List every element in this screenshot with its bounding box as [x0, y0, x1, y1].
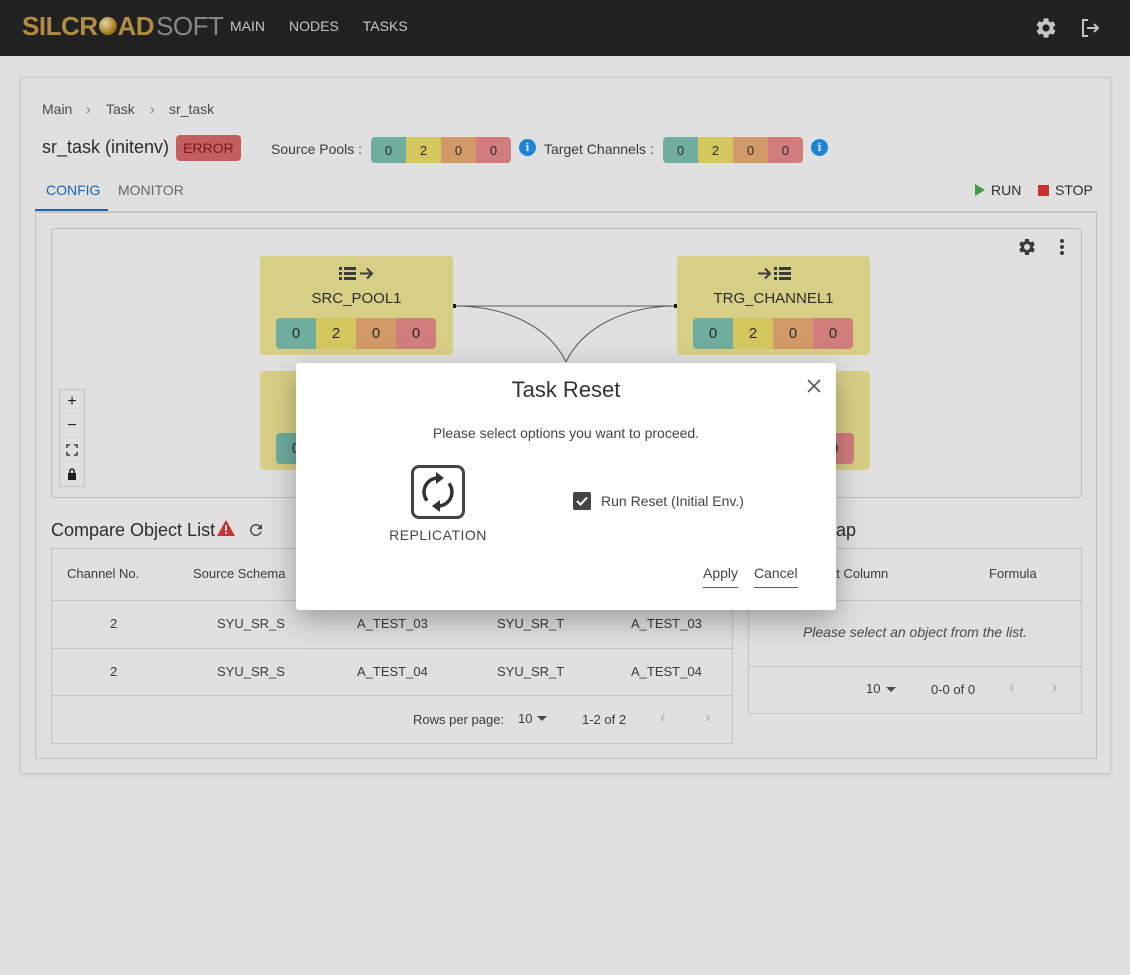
sync-icon	[422, 472, 454, 512]
check-icon	[576, 496, 588, 506]
replication-option[interactable]	[411, 465, 465, 519]
run-reset-label[interactable]: Run Reset (Initial Env.)	[601, 493, 744, 509]
apply-button[interactable]: Apply	[703, 565, 739, 588]
replication-label: REPLICATION	[389, 527, 487, 543]
dialog-message: Please select options you want to procee…	[432, 425, 700, 441]
run-reset-checkbox[interactable]	[573, 492, 591, 510]
close-icon[interactable]	[804, 376, 824, 396]
cancel-button[interactable]: Cancel	[754, 565, 798, 588]
dialog-title: Task Reset	[511, 377, 621, 402]
task-reset-dialog: Task Reset Please select options you wan…	[296, 363, 836, 610]
